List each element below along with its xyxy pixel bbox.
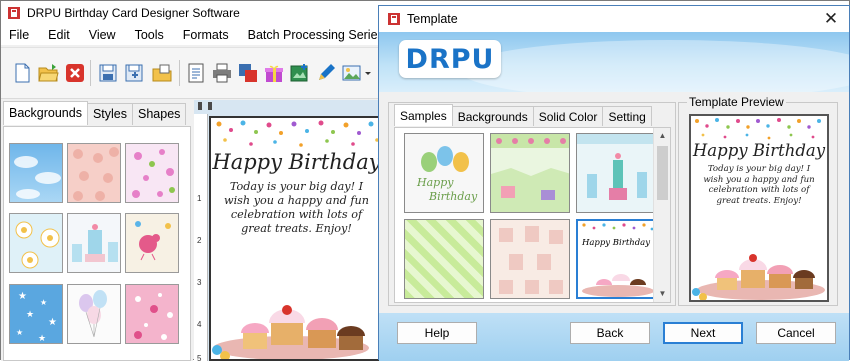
background-thumbnail[interactable] [125,213,179,273]
tab-backgrounds[interactable]: Backgrounds [3,101,88,125]
background-thumbnail[interactable]: ★ ★ ★ ★ ★ ★ [9,284,63,344]
horizontal-ruler [194,100,394,112]
ruler-mark: 1 [197,194,202,203]
menu-batch-processing-series[interactable]: Batch Processing Series [248,28,384,42]
menu-view[interactable]: View [89,28,116,42]
save-icon[interactable] [97,62,119,84]
dialog-button-bar: Help Back Next Cancel [379,313,849,361]
svg-text:Birthday: Birthday [428,190,478,203]
ruler-mark: 3 [197,278,202,287]
template-sample[interactable]: Happy Birthday [404,133,484,213]
drpu-logo: DRPU [399,40,501,78]
card-message[interactable]: Today is your big day! I wish you a happ… [211,180,382,236]
app-icon [388,13,400,25]
template-sample[interactable] [404,219,484,299]
left-panel-tabs: Backgrounds Styles Shapes [3,101,187,125]
background-thumbnail[interactable] [67,213,121,273]
help-button[interactable]: Help [397,322,477,344]
properties-icon[interactable] [185,62,207,84]
dialog-banner: DRPU [379,32,849,92]
design-canvas-area: 1 2 3 4 5 Happy Birthday Today is your b… [194,100,394,363]
menu-formats[interactable]: Formats [183,28,229,42]
app-title: DRPU Birthday Card Designer Software [27,6,240,20]
banner-wave [459,40,849,92]
export-image-icon[interactable] [289,62,311,84]
sample-mini-title: Happy Birthday [581,238,651,248]
app-icon [8,7,20,19]
copy-icon[interactable] [237,62,259,84]
preview-card-title: Happy Birthday [692,141,826,160]
new-file-icon[interactable] [11,62,33,84]
preview-card-message: Today is your big day! I wish you a happ… [703,164,815,207]
samples-scrollbar[interactable]: ▲ ▼ [653,128,670,302]
close-icon[interactable] [64,62,86,84]
background-thumbnail[interactable] [67,284,121,344]
tab-solid-color[interactable]: Solid Color [532,106,604,126]
template-sample[interactable] [490,133,570,213]
cancel-button[interactable]: Cancel [756,322,836,344]
samples-panel: Samples Backgrounds Solid Color Setting … [388,102,676,306]
pen-icon[interactable] [315,62,337,84]
background-thumbnail[interactable] [125,284,179,344]
tab-samples[interactable]: Samples [394,104,453,126]
scrollbar-thumb[interactable] [657,146,668,200]
background-thumbnail[interactable] [125,143,179,203]
template-preview-card: Happy Birthday Today is your big day! I … [689,114,829,302]
svg-text:★: ★ [40,298,47,307]
preview-label: Template Preview [687,95,786,109]
dialog-titlebar: Template ✕ [379,6,849,32]
template-sample[interactable] [576,133,656,213]
template-sample[interactable] [490,219,570,299]
svg-text:★: ★ [48,317,57,328]
ruler-mark: 4 [197,320,202,329]
tab-backgrounds[interactable]: Backgrounds [451,106,534,126]
template-sample-selected[interactable]: Happy Birthday [576,219,656,299]
next-button[interactable]: Next [663,322,743,344]
background-thumbnail[interactable] [67,143,121,203]
template-preview-panel: Template Preview Happy Birthday Today is… [678,95,838,306]
print-icon[interactable] [211,62,233,84]
vertical-ruler: 1 2 3 4 5 [194,114,208,363]
svg-text:★: ★ [38,333,46,343]
tab-setting[interactable]: Setting [602,106,652,126]
toolbar-separator [90,60,91,86]
scroll-down-icon[interactable]: ▼ [654,286,670,302]
dialog-tabs: Samples Backgrounds Solid Color Setting [394,104,652,127]
tab-shapes[interactable]: Shapes [132,103,187,125]
svg-text:Happy: Happy [416,176,454,189]
left-panel: Backgrounds Styles Shapes ★ ★ ★ ★ ★ ★ [1,100,193,361]
image-icon[interactable] [341,62,363,84]
scroll-up-icon[interactable]: ▲ [654,128,670,144]
dialog-title: Template [407,12,458,26]
menu-edit[interactable]: Edit [48,28,70,42]
template-samples-grid: Happy Birthday Happy Birthday ▲ ▼ [394,127,671,303]
card-title[interactable]: Happy Birthday [211,150,382,174]
background-thumbnail[interactable] [9,143,63,203]
svg-text:★: ★ [18,291,27,302]
close-icon[interactable]: ✕ [823,10,839,27]
menu-tools[interactable]: Tools [135,28,164,42]
open-icon[interactable] [151,62,173,84]
toolbar-separator [179,60,180,86]
svg-text:★: ★ [16,328,23,337]
birthday-card-canvas[interactable]: Happy Birthday Today is your big day! I … [209,116,384,361]
ruler-mark: 2 [197,236,202,245]
ruler-mark: 5 [197,354,202,363]
background-thumbnails: ★ ★ ★ ★ ★ ★ [3,126,191,361]
gift-icon[interactable] [263,62,285,84]
svg-text:★: ★ [26,309,34,319]
tab-styles[interactable]: Styles [86,103,134,125]
open-folder-icon[interactable] [37,62,59,84]
save-as-icon[interactable] [123,62,145,84]
template-dialog: Template ✕ DRPU Samples Backgrounds Soli… [378,5,850,361]
dropdown-arrow-icon[interactable] [363,62,373,84]
background-thumbnail[interactable] [9,213,63,273]
back-button[interactable]: Back [570,322,650,344]
menu-file[interactable]: File [9,28,29,42]
